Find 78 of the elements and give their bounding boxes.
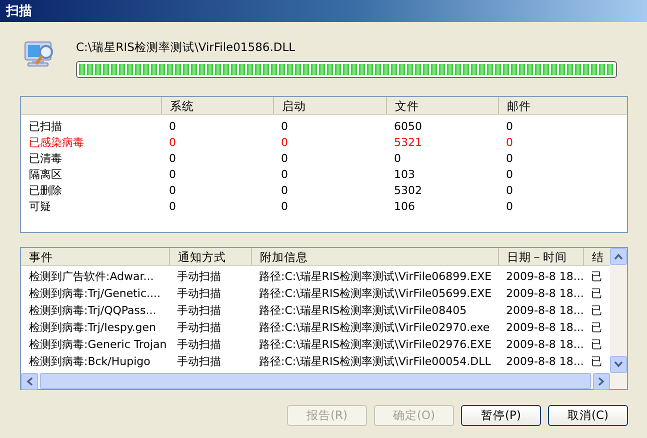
table-cell-text: 手动扫描 bbox=[176, 320, 222, 335]
table-cell-text: 0 bbox=[280, 184, 289, 196]
column-header[interactable]: 启动 bbox=[273, 97, 386, 114]
window-title: 扫描 bbox=[6, 3, 32, 20]
table-cell-text: 0 bbox=[280, 120, 289, 132]
column-header[interactable]: 邮件 bbox=[498, 97, 627, 114]
table-cell-text: 手动扫描 bbox=[176, 354, 222, 369]
table-cell-text: 103 bbox=[393, 168, 416, 180]
column-header[interactable]: 通知方式 bbox=[169, 248, 251, 265]
table-cell-text: 0 bbox=[280, 200, 289, 212]
table-cell-text: 0 bbox=[168, 200, 177, 212]
row-label: 已感染病毒 bbox=[28, 134, 85, 150]
table-cell-text: 检测到病毒:Bck/Hupigo bbox=[28, 354, 152, 369]
dialog-button[interactable]: 取消(C) bbox=[548, 405, 628, 426]
table-cell-text: 0 bbox=[168, 136, 177, 148]
column-header[interactable]: 日期－时间 bbox=[498, 248, 583, 265]
table-cell-text: 手动扫描 bbox=[176, 286, 222, 301]
table-cell-text: 0 bbox=[168, 168, 177, 180]
table-cell-text: 0 bbox=[168, 184, 177, 196]
table-cell-text: 2009-8-8 18... bbox=[505, 287, 583, 300]
column-header[interactable]: 系统 bbox=[161, 97, 273, 114]
table-cell-text: 已 bbox=[590, 269, 603, 284]
table-cell-text: 已 bbox=[590, 337, 603, 352]
table-cell-text: 2009-8-8 18... bbox=[505, 321, 583, 334]
table-cell-text: 6050 bbox=[393, 120, 423, 132]
table-cell-text: 2009-8-8 18... bbox=[505, 338, 583, 351]
table-cell-text: 0 bbox=[505, 152, 514, 164]
column-header[interactable]: 附加信息 bbox=[251, 248, 498, 265]
table-cell-text: 0 bbox=[505, 200, 514, 212]
column-header[interactable]: 事件 bbox=[21, 248, 169, 265]
row-label: 可疑 bbox=[28, 198, 52, 214]
dialog-button[interactable]: 暂停(P) bbox=[461, 405, 541, 426]
row-label: 已清毒 bbox=[28, 150, 63, 166]
table-cell-text: 5302 bbox=[393, 184, 423, 196]
row-label: 已扫描 bbox=[28, 118, 63, 134]
table-cell-text: 2009-8-8 18... bbox=[505, 355, 583, 368]
table-cell-text: 0 bbox=[505, 184, 514, 196]
table-cell-text: 检测到病毒:Trj/QQPass... bbox=[28, 303, 158, 318]
table-cell-text: 检测到病毒:Generic Trojan bbox=[28, 337, 168, 352]
scroll-down-icon[interactable] bbox=[614, 361, 623, 368]
table-cell-text: 2009-8-8 18... bbox=[505, 270, 583, 283]
table-cell-text: 已 bbox=[590, 303, 603, 318]
table-cell-text: 0 bbox=[505, 168, 514, 180]
row-label: 隔离区 bbox=[28, 166, 63, 182]
scroll-left-icon[interactable] bbox=[26, 377, 33, 386]
table-cell-text: 检测到病毒:Trj/Iespy.gen bbox=[28, 320, 157, 335]
scroll-right-icon[interactable] bbox=[598, 377, 605, 386]
horizontal-scrollbar[interactable] bbox=[21, 373, 627, 389]
table-cell-text: 0 bbox=[505, 120, 514, 132]
table-cell-text: 检测到广告软件:Adwar... bbox=[28, 269, 155, 284]
table-cell-text: 路径:C:\瑞星RIS检测率测试\VirFile05699.EXE bbox=[258, 286, 493, 301]
current-file-path: C:\瑞星RIS检测率测试\VirFile01586.DLL bbox=[76, 40, 296, 55]
table-cell-text: 手动扫描 bbox=[176, 337, 222, 352]
table-cell-text: 0 bbox=[280, 168, 289, 180]
table-cell-text: 路径:C:\瑞星RIS检测率测试\VirFile00054.DLL bbox=[258, 354, 492, 369]
table-cell-text: 路径:C:\瑞星RIS检测率测试\VirFile06899.EXE bbox=[258, 269, 493, 284]
table-cell-text: 106 bbox=[393, 200, 416, 212]
table-cell-text: 手动扫描 bbox=[176, 303, 222, 318]
table-cell-text: 0 bbox=[168, 120, 177, 132]
table-cell-text: 5321 bbox=[393, 136, 423, 148]
vertical-scrollbar[interactable] bbox=[610, 248, 627, 373]
column-header[interactable]: 文件 bbox=[386, 97, 498, 114]
table-cell-text: 手动扫描 bbox=[176, 269, 222, 284]
table-cell-text: 路径:C:\瑞星RIS检测率测试\VirFile08405 bbox=[258, 303, 468, 318]
table-cell-text: 0 bbox=[280, 152, 289, 164]
table-cell-text: 已 bbox=[590, 286, 603, 301]
table-cell-text: 0 bbox=[280, 136, 289, 148]
scroll-up-icon[interactable] bbox=[614, 253, 623, 260]
table-cell-text: 检测到病毒:Trj/Genetic.... bbox=[28, 286, 162, 301]
table-cell-text: 0 bbox=[168, 152, 177, 164]
row-label: 已删除 bbox=[28, 182, 63, 198]
table-cell-text: 已 bbox=[590, 320, 603, 335]
table-cell-text: 路径:C:\瑞星RIS检测率测试\VirFile02970.exe bbox=[258, 320, 491, 335]
table-cell-text: 0 bbox=[393, 152, 402, 164]
table-cell-text: 2009-8-8 18... bbox=[505, 304, 583, 317]
table-cell-text: 0 bbox=[505, 136, 514, 148]
table-cell-text: 已 bbox=[590, 354, 603, 369]
table-cell-text: 路径:C:\瑞星RIS检测率测试\VirFile02976.EXE bbox=[258, 337, 493, 352]
